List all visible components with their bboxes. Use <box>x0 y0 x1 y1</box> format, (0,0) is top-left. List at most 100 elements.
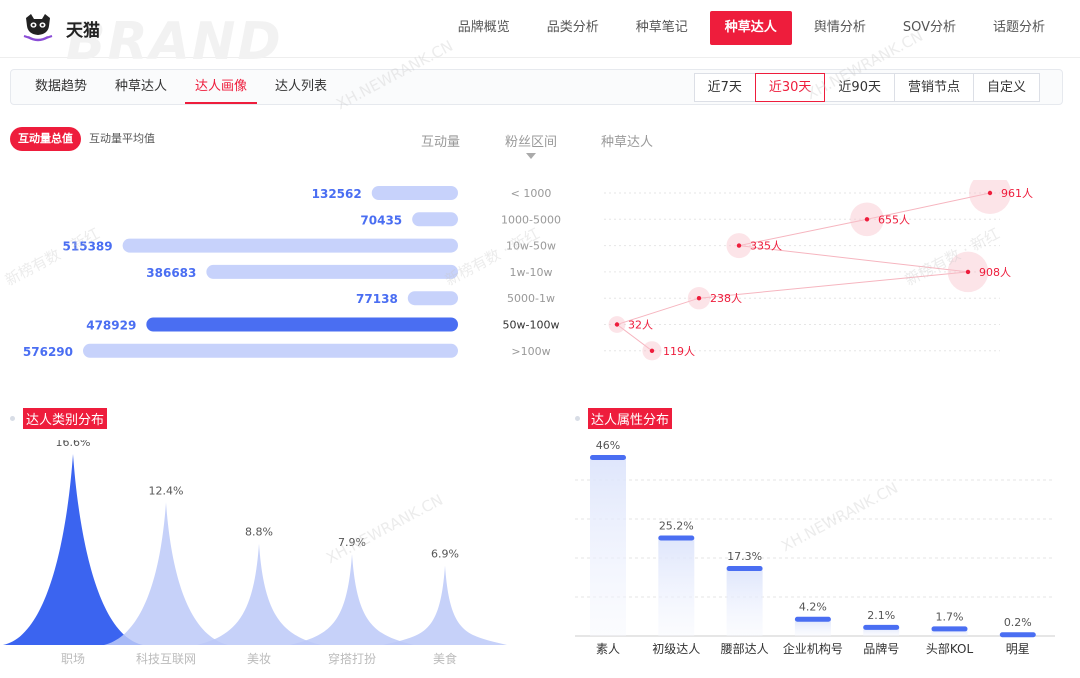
attribute-percent-label: 25.2% <box>659 519 694 532</box>
category-percent-label: 8.8% <box>245 526 273 539</box>
category-peak <box>383 565 507 645</box>
tab-influencers[interactable]: 种草达人 <box>105 70 177 104</box>
attribute-bar-chart: 46% 素人 25.2% 初级达人 17.3% 腰部达人 4.2% 企业机构号 2.1% 品牌号 1… <box>575 439 1055 656</box>
interaction-value: 386683 <box>146 266 196 280</box>
category-chart-title: 达人类别分布 <box>23 408 108 429</box>
interaction-value: 478929 <box>86 319 136 333</box>
influencer-point <box>987 190 993 196</box>
date-custom-button[interactable]: 自定义 <box>972 73 1040 102</box>
topnav-category-analysis[interactable]: 品类分析 <box>532 11 614 45</box>
influencer-point <box>965 269 971 275</box>
sort-caret-down-icon[interactable] <box>526 153 536 159</box>
influencer-point <box>649 348 655 353</box>
influencer-count-label: 32人 <box>628 319 653 332</box>
interaction-value: 132562 <box>312 187 362 201</box>
date-90-days-button[interactable]: 近90天 <box>824 73 895 102</box>
influencer-point <box>736 243 742 248</box>
category-peak <box>3 454 143 645</box>
influencer-point <box>864 217 870 222</box>
attribute-percent-label: 4.2% <box>799 601 827 614</box>
attribute-column-cap <box>931 626 968 632</box>
attribute-axis-label: 品牌号 <box>863 642 899 656</box>
influencer-point <box>696 296 702 301</box>
influencer-count-label: 908人 <box>979 266 1011 279</box>
fan-range-label: 1000-5000 <box>501 213 561 226</box>
toggle-total-interaction[interactable]: 互动量总值 <box>10 127 81 151</box>
category-axis-label: 美食 <box>433 651 457 666</box>
date-marketing-node-button[interactable]: 营销节点 <box>893 73 974 102</box>
fan-range-label: 5000-1w <box>507 292 555 305</box>
attribute-axis-label: 初级达人 <box>652 642 700 656</box>
top-nav: 品牌概览 品类分析 种草笔记 种草达人 舆情分析 SOV分析 话题分析 <box>436 10 1060 46</box>
tab-influencer-list[interactable]: 达人列表 <box>265 70 337 104</box>
interaction-value: 576290 <box>23 345 73 359</box>
date-30-days-button[interactable]: 近30天 <box>754 73 826 102</box>
attribute-column-cap <box>999 632 1036 638</box>
topnav-sov[interactable]: SOV分析 <box>888 11 971 45</box>
header-influencers: 种草达人 <box>601 135 654 150</box>
toggle-avg-interaction[interactable]: 互动量平均值 <box>81 127 163 151</box>
category-peak <box>104 502 228 645</box>
tab-influencer-profile[interactable]: 达人画像 <box>185 70 258 104</box>
interaction-value: 77138 <box>356 292 398 306</box>
influencer-count-label: 961人 <box>1001 187 1033 200</box>
bullet-dot-icon <box>575 416 580 421</box>
header-interaction: 互动量 <box>421 135 461 150</box>
category-percent-label: 7.9% <box>338 536 366 549</box>
attribute-percent-label: 0.2% <box>1004 616 1032 629</box>
topnav-influencers[interactable]: 种草达人 <box>709 11 792 45</box>
brand[interactable]: BRAND 天猫 <box>22 10 281 72</box>
attribute-column <box>794 619 831 636</box>
interaction-bar <box>146 317 458 332</box>
date-7-days-button[interactable]: 近7天 <box>693 73 756 102</box>
attribute-percent-label: 1.7% <box>936 610 964 623</box>
category-percent-label: 6.9% <box>431 548 459 561</box>
attribute-axis-label: 腰部达人 <box>721 641 769 656</box>
interaction-bar <box>122 238 458 253</box>
attribute-percent-label: 46% <box>596 439 620 452</box>
fan-range-label: 10w-50w <box>506 240 556 253</box>
date-range-selector: 近7天 近30天 近90天 营销节点 自定义 <box>693 73 1040 102</box>
influencer-count-label: 119人 <box>663 345 695 358</box>
interaction-bar <box>371 186 458 200</box>
attribute-axis-label: 明星 <box>1006 642 1030 656</box>
attribute-column-cap <box>726 566 763 572</box>
category-axis-label: 职场 <box>61 652 85 666</box>
fan-range-chart: 132562 < 1000 70435 1000-5000 515389 10w-50w 3… <box>23 180 1033 361</box>
category-peak <box>290 554 414 645</box>
interaction-value: 70435 <box>360 213 402 227</box>
header-fan-range[interactable]: 粉丝区间 <box>505 131 557 150</box>
topnav-notes[interactable]: 种草笔记 <box>621 11 703 45</box>
brand-name: 天猫 <box>66 20 100 41</box>
attribute-chart-title: 达人属性分布 <box>588 408 673 429</box>
interaction-bar <box>83 343 458 358</box>
category-axis-label: 科技互联网 <box>136 652 196 666</box>
bullet-dot-icon <box>10 416 15 421</box>
category-axis-label: 美妆 <box>247 652 271 666</box>
topnav-topics[interactable]: 话题分析 <box>978 11 1060 45</box>
attribute-column <box>590 458 626 636</box>
topnav-sentiment[interactable]: 舆情分析 <box>799 11 881 45</box>
sub-tabs: 数据趋势 种草达人 达人画像 达人列表 <box>25 70 345 106</box>
sub-nav-bar: 数据趋势 种草达人 达人画像 达人列表 近7天 近30天 近90天 营销节点 自… <box>10 69 1063 105</box>
influencer-count-label: 655人 <box>878 213 910 226</box>
fan-range-label: >100w <box>511 345 550 358</box>
attribute-column <box>658 538 695 636</box>
category-area-chart: 16.6% 职场 12.4% 科技互联网 8.8% 美妆 7.9% 穿搭打扮 6.9% 美食 <box>3 440 507 666</box>
category-percent-label: 12.4% <box>149 484 184 497</box>
attribute-percent-label: 2.1% <box>867 609 895 622</box>
topnav-brand-overview[interactable]: 品牌概览 <box>443 11 525 45</box>
category-section-title: 达人类别分布 <box>10 408 108 429</box>
attribute-column-cap <box>794 616 831 622</box>
attribute-percent-label: 17.3% <box>727 550 762 563</box>
attribute-axis-label: 素人 <box>596 642 620 656</box>
interaction-bar <box>206 264 458 279</box>
fan-range-label: 1w-10w <box>510 266 553 279</box>
attribute-column-cap <box>590 455 626 460</box>
interaction-bar <box>407 291 458 306</box>
category-peak <box>197 543 321 645</box>
interaction-toggle: 互动量总值 互动量平均值 <box>10 127 163 151</box>
attribute-column-cap <box>658 535 695 541</box>
influencer-count-label: 238人 <box>710 292 742 305</box>
tab-data-trend[interactable]: 数据趋势 <box>25 70 97 104</box>
